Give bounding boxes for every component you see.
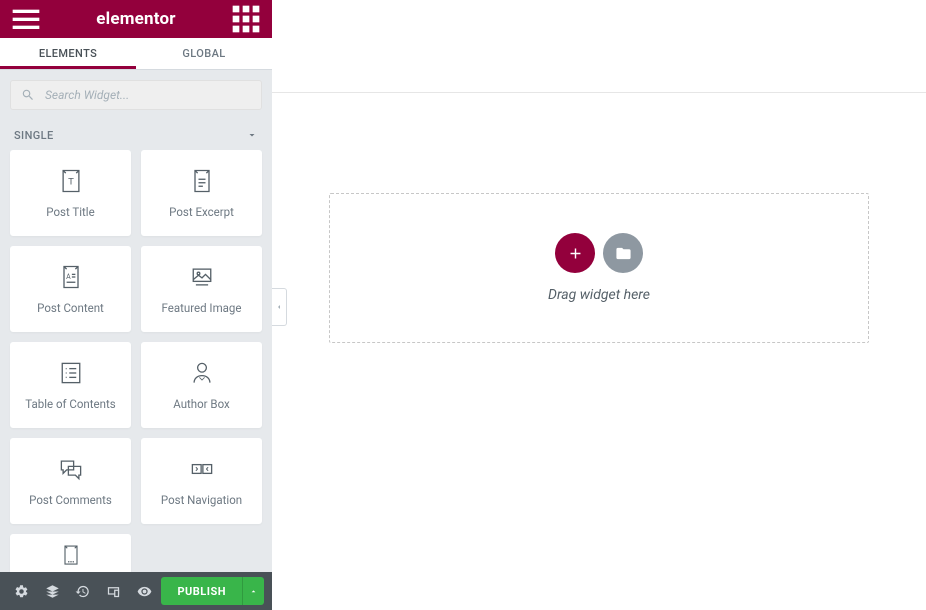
search-wrap (0, 70, 272, 120)
history-button[interactable] (69, 576, 96, 606)
editor-canvas: Drag widget here (272, 0, 926, 610)
folder-icon (615, 245, 632, 262)
eye-icon (137, 584, 152, 599)
publish-button[interactable]: PUBLISH (161, 577, 242, 605)
dropzone-buttons (555, 233, 643, 273)
grid-icon (230, 3, 262, 35)
chevron-left-icon (275, 303, 283, 311)
widget-label: Post Comments (29, 493, 112, 507)
author-icon (188, 359, 216, 387)
widget-label: Post Navigation (161, 493, 242, 507)
editor-sidebar: elementor ELEMENTS GLOBAL SINGLE T Post … (0, 0, 272, 610)
add-template-button[interactable] (603, 233, 643, 273)
history-icon (75, 584, 90, 599)
plus-icon (567, 245, 584, 262)
section-title: SINGLE (14, 129, 54, 142)
empty-section-dropzone[interactable]: Drag widget here (329, 193, 869, 343)
menu-button[interactable] (10, 3, 42, 35)
widget-label: Table of Contents (25, 397, 115, 411)
widget-featured-image[interactable]: Featured Image (141, 246, 262, 332)
svg-text:A: A (66, 273, 71, 281)
featured-image-icon (188, 263, 216, 291)
widget-label: Featured Image (162, 301, 242, 315)
widget-label: Author Box (173, 397, 230, 411)
widget-post-comments[interactable]: Post Comments (10, 438, 131, 524)
layers-icon (45, 584, 60, 599)
widget-label: Post Content (37, 301, 104, 315)
responsive-button[interactable] (100, 576, 127, 606)
preview-button[interactable] (131, 576, 158, 606)
tab-global[interactable]: GLOBAL (136, 38, 272, 69)
navigator-button[interactable] (39, 576, 66, 606)
widget-label: Post Title (46, 205, 94, 219)
widget-grid: T Post Title Post Excerpt A Post Content… (0, 150, 272, 572)
add-section-button[interactable] (555, 233, 595, 273)
widget-post-navigation[interactable]: Post Navigation (141, 438, 262, 524)
settings-button[interactable] (8, 576, 35, 606)
post-title-icon: T (57, 167, 85, 195)
svg-text:T: T (68, 177, 74, 188)
post-content-icon: A (57, 263, 85, 291)
search-input[interactable] (43, 87, 251, 103)
widget-post-title[interactable]: T Post Title (10, 150, 131, 236)
toc-icon (57, 359, 85, 387)
comments-icon (57, 455, 85, 483)
widget-post-content[interactable]: A Post Content (10, 246, 131, 332)
widget-post-excerpt[interactable]: Post Excerpt (141, 150, 262, 236)
section-single-header[interactable]: SINGLE (0, 120, 272, 150)
widget-table-of-contents[interactable]: Table of Contents (10, 342, 131, 428)
post-nav-icon (188, 455, 216, 483)
app-logo: elementor (96, 9, 175, 29)
widgets-panel-button[interactable] (230, 3, 262, 35)
panel-tabs: ELEMENTS GLOBAL (0, 38, 272, 70)
widget-author-box[interactable]: Author Box (141, 342, 262, 428)
search-field[interactable] (10, 80, 262, 110)
collapse-panel-button[interactable] (272, 288, 287, 326)
chevron-down-icon (246, 129, 258, 141)
gear-icon (14, 584, 29, 599)
publish-options-button[interactable] (242, 577, 264, 605)
post-info-icon (59, 543, 83, 567)
publish-group: PUBLISH (161, 577, 264, 605)
sidebar-header: elementor (0, 0, 272, 38)
canvas-body: Drag widget here (272, 93, 926, 610)
widget-post-info[interactable] (10, 534, 131, 572)
responsive-icon (106, 584, 121, 599)
sidebar-footer: PUBLISH (0, 572, 272, 610)
post-excerpt-icon (188, 167, 216, 195)
hamburger-icon (10, 3, 42, 35)
tab-elements[interactable]: ELEMENTS (0, 38, 136, 69)
dropzone-text: Drag widget here (548, 287, 650, 303)
caret-up-icon (249, 587, 258, 596)
widget-label: Post Excerpt (169, 205, 234, 219)
search-icon (21, 88, 35, 102)
